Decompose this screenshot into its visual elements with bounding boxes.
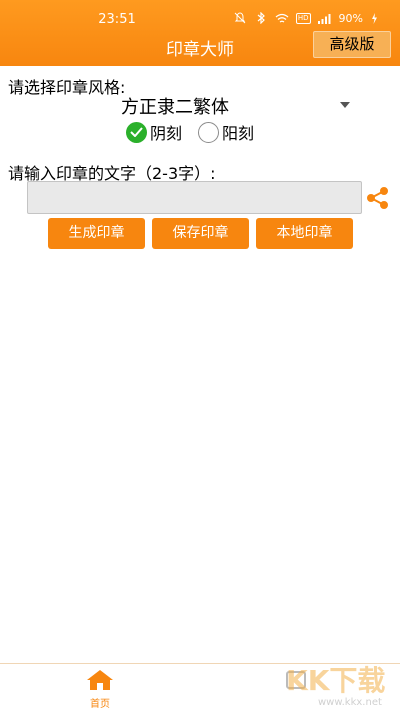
wifi-icon	[275, 11, 289, 25]
radio-yin-label: 阴刻	[150, 124, 183, 143]
local-seal-button[interactable]: 本地印章	[256, 218, 353, 249]
radio-yang[interactable]: 阳刻	[198, 120, 254, 144]
app-header: 23:51 HD 90% 印章大师 高级版	[0, 0, 400, 66]
status-bar: 23:51 HD 90%	[0, 0, 400, 34]
mute-icon	[233, 11, 247, 25]
advanced-version-button[interactable]: 高级版	[313, 31, 391, 58]
radio-unchecked-icon	[198, 121, 220, 143]
hd-badge: HD	[295, 12, 311, 24]
share-button[interactable]	[365, 185, 391, 211]
generate-seal-button[interactable]: 生成印章	[48, 218, 145, 249]
home-icon	[87, 670, 113, 690]
radio-yin[interactable]: 阴刻	[126, 120, 182, 144]
nav-home-label: 首页	[90, 699, 110, 710]
status-icons: HD 90%	[233, 11, 378, 25]
save-seal-button[interactable]: 保存印章	[152, 218, 249, 249]
watermark: KK下载 www.kkx.net	[280, 655, 400, 711]
signal-icon	[318, 11, 332, 25]
battery-level: 90%	[338, 11, 363, 25]
font-style-select[interactable]: 方正隶二繁体	[0, 93, 400, 119]
action-buttons: 生成印章 保存印章 本地印章	[48, 218, 360, 249]
battery-icon	[370, 11, 378, 25]
radio-yang-label: 阳刻	[222, 124, 255, 143]
font-style-value: 方正隶二繁体	[121, 97, 229, 118]
engrave-type-group: 阴刻 阳刻	[126, 121, 270, 143]
share-icon	[367, 187, 388, 209]
status-time: 23:51	[98, 12, 136, 27]
watermark-url: www.kkx.net	[318, 697, 382, 708]
dropdown-arrow-icon	[340, 102, 350, 108]
nav-home[interactable]: 首页	[80, 669, 120, 710]
watermark-logo: KK下载	[286, 664, 386, 697]
seal-text-input[interactable]	[27, 181, 362, 214]
bluetooth-icon	[254, 11, 268, 25]
radio-checked-icon	[126, 121, 147, 143]
